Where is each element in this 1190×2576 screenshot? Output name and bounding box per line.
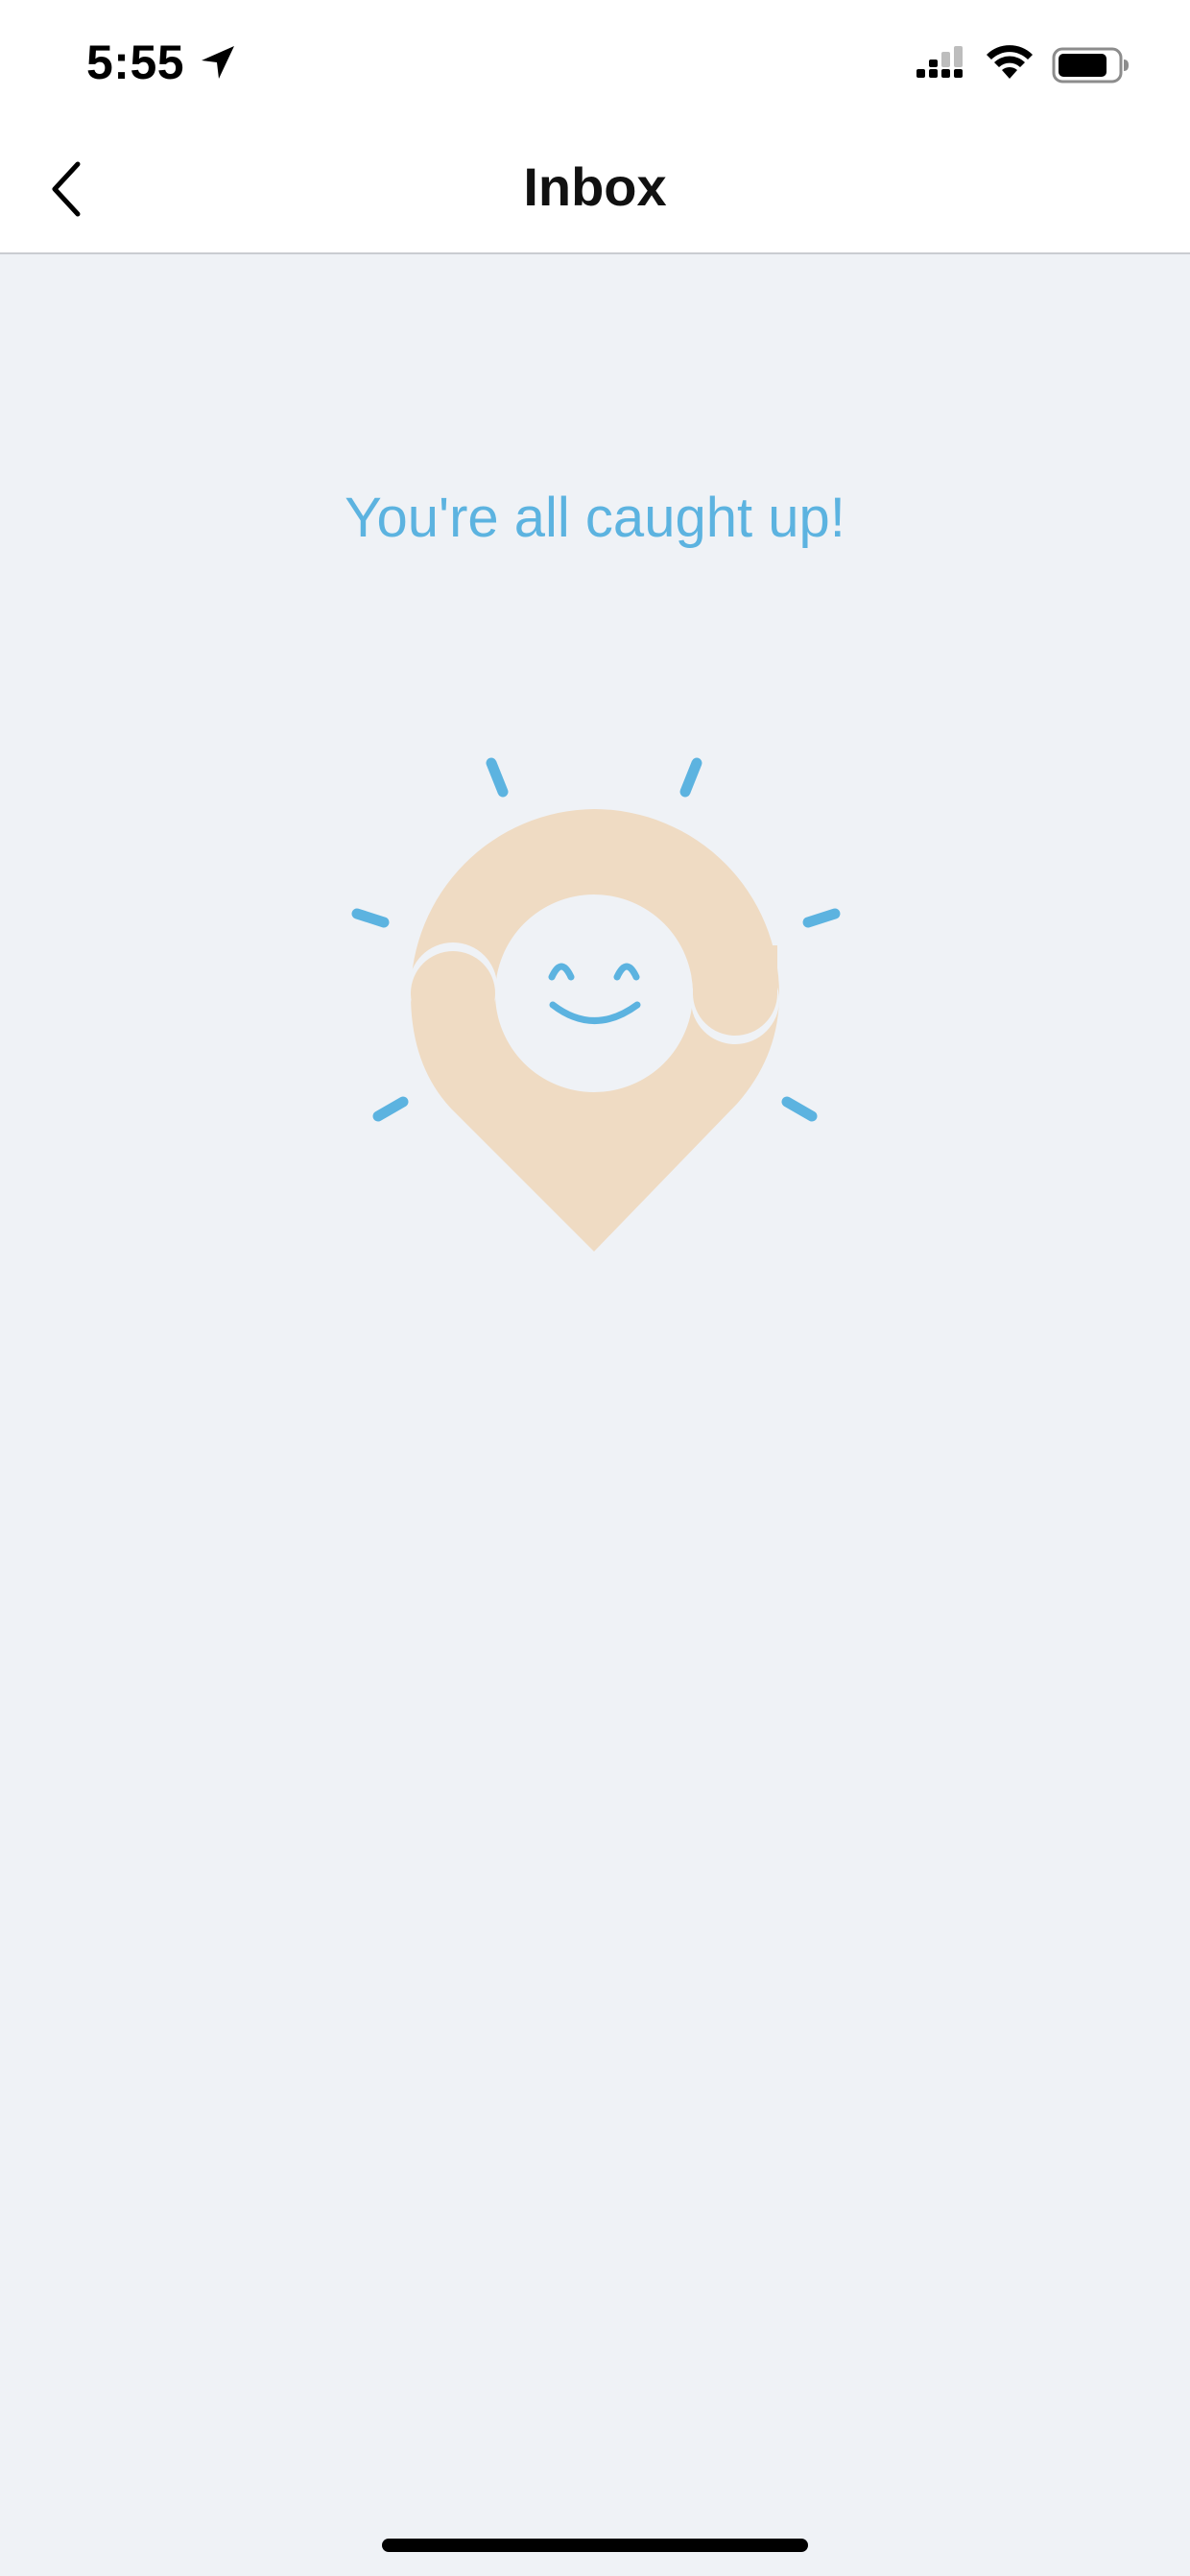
status-time: 5:55 <box>86 36 185 89</box>
right-eye <box>613 963 640 981</box>
wifi-icon <box>987 45 1033 79</box>
empty-state-message: You're all caught up! <box>345 487 845 549</box>
sun-ray <box>372 1096 409 1122</box>
sun-ray <box>351 908 390 928</box>
navigation-bar: Inbox <box>0 127 1190 254</box>
battery-icon <box>1052 47 1129 83</box>
location-arrow-icon <box>202 46 234 79</box>
sun-ray <box>781 1096 818 1122</box>
cellular-signal-icon <box>916 46 963 78</box>
smile <box>549 1001 641 1024</box>
home-indicator[interactable] <box>382 2539 808 2552</box>
sun-ray <box>486 757 509 798</box>
left-eye <box>548 963 575 981</box>
page-title: Inbox <box>523 156 667 217</box>
sun-ray <box>679 757 702 798</box>
inbox-screen: 5:55 Inbox You're all caught up! <box>0 0 1190 2576</box>
status-bar: 5:55 <box>0 0 1190 127</box>
sun-ray <box>802 908 841 928</box>
smiling-sun-pin-icon <box>351 757 841 1252</box>
